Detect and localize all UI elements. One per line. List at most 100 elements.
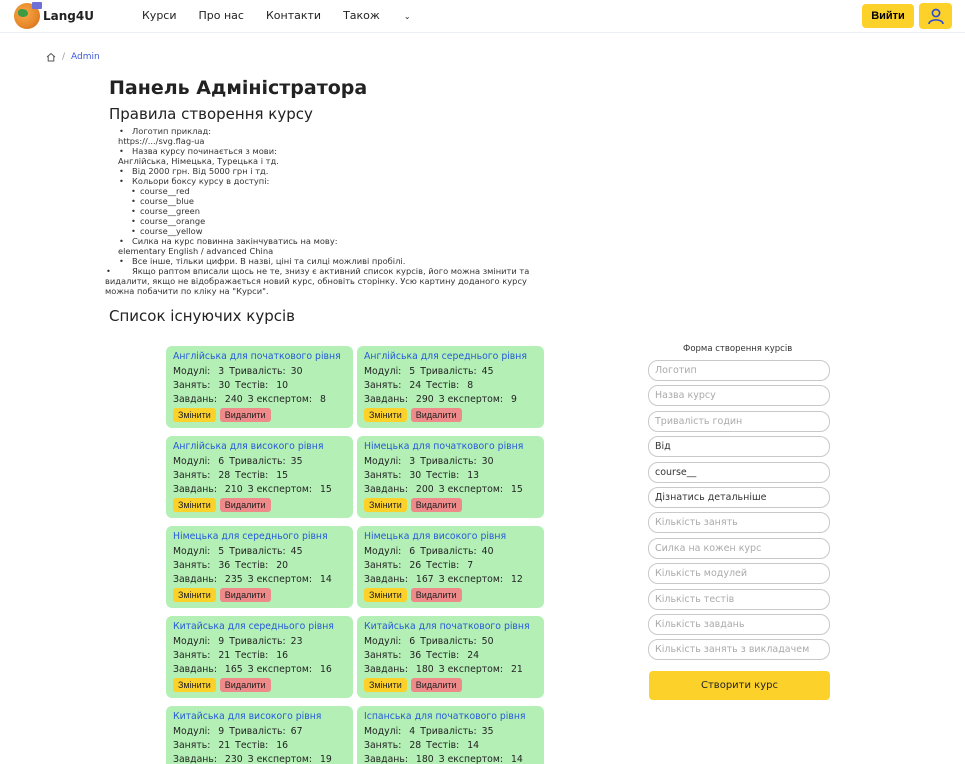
rule-link-example: elementary English / advanced China <box>118 246 274 256</box>
delete-course-button[interactable]: Видалити <box>410 678 462 692</box>
color-option: course__blue <box>131 196 548 206</box>
rule-logo-label: Логотип приклад: <box>118 126 548 136</box>
form-title: Форма створення курсів <box>683 344 793 354</box>
form-field-7[interactable] <box>648 512 830 534</box>
courses-grid: Англійська для початкового рівня Модулі: … <box>166 346 544 764</box>
tasks-stat: Завдань: 210 <box>173 484 243 495</box>
course-stats-row: Занять: 24 Тестів: 8 <box>364 380 537 391</box>
modules-stat: Модулі: 5 <box>173 546 225 557</box>
course-stats-row: Завдань: 165 З експертом: 16 <box>173 664 346 675</box>
user-profile-button[interactable] <box>919 3 952 29</box>
duration-stat: Тривалість: 45 <box>229 546 303 557</box>
edit-course-button[interactable]: Змінити <box>364 588 407 602</box>
edit-course-button[interactable]: Змінити <box>364 678 407 692</box>
chevron-down-icon: ⌄ <box>403 12 411 21</box>
expert-stat: З експертом: 16 <box>247 664 332 675</box>
modules-stat: Модулі: 5 <box>364 366 416 377</box>
breadcrumb-admin[interactable]: Admin <box>71 52 100 62</box>
form-field-5[interactable] <box>648 461 830 483</box>
edit-course-button[interactable]: Змінити <box>173 408 216 422</box>
rules-list: Логотип приклад: https://.../svg.flag-ua… <box>105 126 548 296</box>
course-title-link[interactable]: Англійська для середнього рівня <box>364 351 537 362</box>
course-actions: Змінити Видалити <box>173 498 346 512</box>
course-stats-row: Завдань: 235 З експертом: 14 <box>173 574 346 585</box>
tasks-stat: Завдань: 235 <box>173 574 243 585</box>
form-field-10[interactable] <box>648 588 830 610</box>
globe-logo-icon <box>14 2 42 29</box>
duration-stat: Тривалість: 35 <box>420 726 494 737</box>
course-stats-row: Занять: 28 Тестів: 15 <box>173 470 346 481</box>
edit-course-button[interactable]: Змінити <box>173 588 216 602</box>
breadcrumb-separator: / <box>62 52 66 62</box>
course-title-link[interactable]: Іспанська для початкового рівня <box>364 711 537 722</box>
tests-stat: Тестів: 16 <box>235 650 289 661</box>
course-create-form <box>648 360 832 665</box>
expert-stat: З експертом: 12 <box>438 574 523 585</box>
course-title-link[interactable]: Китайська для високого рівня <box>173 711 346 722</box>
duration-stat: Тривалість: 40 <box>420 546 494 557</box>
tests-stat: Тестів: 24 <box>426 650 480 661</box>
rule-digits: Все інше, тільки цифри. В назві, ціні та… <box>118 256 548 266</box>
course-card: Німецька для середнього рівня Модулі: 5 Тр… <box>166 526 353 608</box>
create-course-button[interactable]: Створити курс <box>649 671 830 700</box>
rule-colors-label: Кольори боксу курсу в доступі: <box>118 176 548 186</box>
delete-course-button[interactable]: Видалити <box>219 408 271 422</box>
course-stats-row: Завдань: 210 З експертом: 15 <box>173 484 346 495</box>
tasks-stat: Завдань: 230 <box>173 754 243 764</box>
nav-link-courses[interactable]: Курси <box>142 9 177 22</box>
form-field-6[interactable] <box>648 486 830 508</box>
delete-course-button[interactable]: Видалити <box>219 588 271 602</box>
course-stats-row: Завдань: 240 З експертом: 8 <box>173 394 346 405</box>
course-title-link[interactable]: Німецька для початкового рівня <box>364 441 537 452</box>
course-stats-row: Занять: 26 Тестів: 7 <box>364 560 537 571</box>
modules-stat: Модулі: 9 <box>173 726 225 737</box>
course-title-link[interactable]: Німецька для середнього рівня <box>173 531 346 542</box>
edit-course-button[interactable]: Змінити <box>173 498 216 512</box>
form-field-2[interactable] <box>648 385 830 407</box>
expert-stat: З експертом: 15 <box>438 484 523 495</box>
brand-logo[interactable]: Lang4U <box>14 2 94 29</box>
edit-course-button[interactable]: Змінити <box>173 678 216 692</box>
lessons-stat: Занять: 26 <box>364 560 422 571</box>
delete-course-button[interactable]: Видалити <box>410 588 462 602</box>
tests-stat: Тестів: 20 <box>235 560 289 571</box>
course-card: Китайська для високого рівня Модулі: 9 Три… <box>166 706 353 764</box>
form-field-1[interactable] <box>648 360 830 381</box>
course-title-link[interactable]: Китайська для середнього рівня <box>173 621 346 632</box>
edit-course-button[interactable]: Змінити <box>364 498 407 512</box>
lessons-stat: Занять: 36 <box>173 560 231 571</box>
form-field-4[interactable] <box>648 436 830 458</box>
tasks-stat: Завдань: 180 <box>364 664 434 675</box>
delete-course-button[interactable]: Видалити <box>410 498 462 512</box>
course-stats-row: Модулі: 6 Тривалість: 40 <box>364 546 537 557</box>
course-stats-row: Модулі: 6 Тривалість: 35 <box>173 456 346 467</box>
nav-link-about[interactable]: Про нас <box>199 9 244 22</box>
duration-stat: Тривалість: 30 <box>420 456 494 467</box>
form-field-3[interactable] <box>648 410 830 432</box>
course-actions: Змінити Видалити <box>364 408 537 422</box>
form-field-12[interactable] <box>648 639 830 661</box>
home-icon[interactable] <box>46 52 56 62</box>
nav-more-dropdown[interactable]: Також ⌄ <box>343 9 432 22</box>
course-title-link[interactable]: Англійська для початкового рівня <box>173 351 346 362</box>
modules-stat: Модулі: 6 <box>173 456 225 467</box>
course-title-link[interactable]: Англійська для високого рівня <box>173 441 346 452</box>
form-field-11[interactable] <box>648 613 830 635</box>
edit-course-button[interactable]: Змінити <box>364 408 407 422</box>
form-field-8[interactable] <box>648 537 830 559</box>
logout-button[interactable]: Вийти <box>862 4 914 28</box>
form-field-9[interactable] <box>648 563 830 585</box>
course-title-link[interactable]: Німецька для високого рівня <box>364 531 537 542</box>
course-card: Англійська для середнього рівня Модулі: 5… <box>357 346 544 428</box>
delete-course-button[interactable]: Видалити <box>410 408 462 422</box>
lessons-stat: Занять: 30 <box>364 470 422 481</box>
course-card: Німецька для високого рівня Модулі: 6 Трив… <box>357 526 544 608</box>
nav-link-contacts[interactable]: Контакти <box>266 9 321 22</box>
delete-course-button[interactable]: Видалити <box>219 498 271 512</box>
duration-stat: Тривалість: 50 <box>420 636 494 647</box>
course-stats-row: Модулі: 6 Тривалість: 50 <box>364 636 537 647</box>
course-title-link[interactable]: Китайська для початкового рівня <box>364 621 537 632</box>
course-stats-row: Завдань: 230 З експертом: 19 <box>173 754 346 764</box>
delete-course-button[interactable]: Видалити <box>219 678 271 692</box>
modules-stat: Модулі: 3 <box>173 366 225 377</box>
